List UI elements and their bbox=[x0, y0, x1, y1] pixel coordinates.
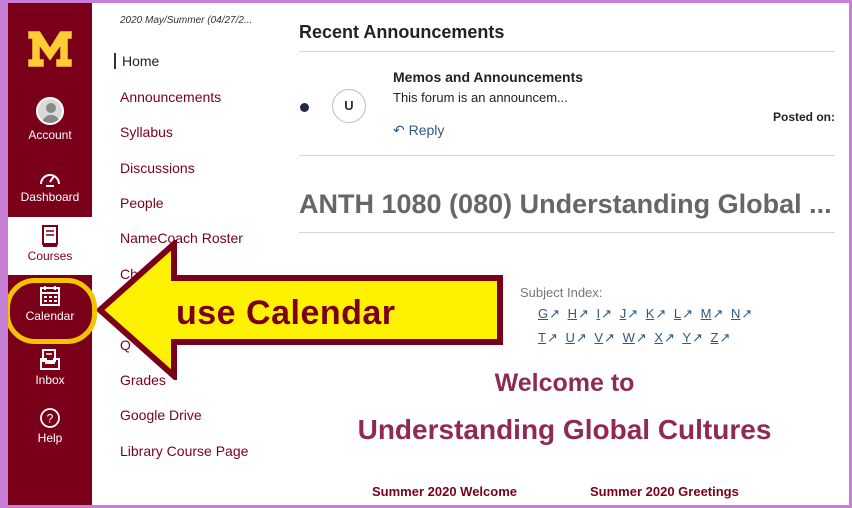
welcome-heading-line2: Understanding Global Cultures bbox=[357, 414, 772, 445]
inbox-icon bbox=[40, 349, 60, 370]
nav-inbox[interactable]: Inbox bbox=[8, 349, 92, 387]
subject-letter-link[interactable]: G bbox=[538, 306, 548, 321]
reply-icon: ↶ bbox=[393, 122, 405, 138]
course-nav-announcements[interactable]: Announcements bbox=[120, 89, 221, 105]
university-logo-icon[interactable] bbox=[28, 29, 72, 69]
posted-on-label: Posted on: bbox=[773, 110, 835, 124]
subject-letter-link[interactable]: M bbox=[701, 306, 712, 321]
subject-index-row: G↗ H↗ I↗ J↗ K↗ L↗ M↗ N↗ bbox=[538, 306, 753, 321]
subject-letter-link[interactable]: Y bbox=[682, 330, 691, 345]
recent-announcements-title: Recent Announcements bbox=[299, 22, 505, 42]
nav-inbox-label: Inbox bbox=[35, 373, 65, 387]
nav-courses-label: Courses bbox=[27, 249, 73, 263]
announcement-avatar[interactable]: U bbox=[332, 89, 366, 123]
course-nav-home[interactable]: Home bbox=[114, 53, 159, 69]
svg-text:?: ? bbox=[47, 412, 54, 426]
subject-letter-link[interactable]: X bbox=[654, 330, 663, 345]
divider bbox=[299, 155, 835, 156]
reply-label: Reply bbox=[408, 122, 445, 138]
subject-letter-link[interactable]: L bbox=[674, 306, 681, 321]
course-nav-discussions[interactable]: Discussions bbox=[120, 160, 195, 176]
courses-book-icon bbox=[42, 225, 58, 247]
divider bbox=[299, 51, 835, 52]
reply-link[interactable]: ↶ Reply bbox=[393, 122, 444, 139]
subject-letter-link[interactable]: U bbox=[565, 330, 574, 345]
calendar-highlight-ring bbox=[5, 278, 97, 344]
subject-letter-link[interactable]: T bbox=[538, 330, 546, 345]
nav-help-label: Help bbox=[37, 431, 63, 445]
announcement-title[interactable]: Memos and Announcements bbox=[393, 69, 583, 85]
global-nav: Account Dashboard Courses Calendar Inbox… bbox=[8, 3, 92, 505]
subject-letter-link[interactable]: H bbox=[568, 306, 577, 321]
dashboard-gauge-icon bbox=[40, 174, 60, 187]
subject-letter-link[interactable]: V bbox=[594, 330, 603, 345]
summer-welcome-link[interactable]: Summer 2020 Welcome bbox=[372, 484, 517, 499]
course-nav-library[interactable]: Library Course Page bbox=[120, 443, 248, 459]
divider bbox=[299, 232, 835, 233]
term-label: 2020 May/Summer (04/27/2... bbox=[120, 15, 253, 26]
help-icon: ? bbox=[40, 408, 60, 428]
subject-letter-link[interactable]: K bbox=[646, 306, 655, 321]
course-title: ANTH 1080 (080) Understanding Global ... bbox=[299, 189, 832, 219]
nav-account[interactable]: Account bbox=[8, 97, 92, 142]
subject-letter-link[interactable]: I bbox=[597, 306, 601, 321]
subject-letter-link[interactable]: J bbox=[620, 306, 627, 321]
announcement-message: This forum is an announcem... bbox=[393, 90, 568, 105]
subject-index-label: Subject Index: bbox=[520, 285, 603, 300]
course-nav-syllabus[interactable]: Syllabus bbox=[120, 124, 173, 140]
nav-courses[interactable]: Courses bbox=[8, 217, 92, 275]
course-nav-google-drive[interactable]: Google Drive bbox=[120, 407, 202, 423]
summer-greetings-link[interactable]: Summer 2020 Greetings bbox=[590, 484, 739, 499]
nav-account-label: Account bbox=[28, 128, 72, 142]
subject-index-row: T↗ U↗ V↗ W↗ X↗ Y↗ Z↗ bbox=[538, 330, 731, 345]
subject-letter-link[interactable]: W bbox=[623, 330, 635, 345]
subject-letter-link[interactable]: N bbox=[731, 306, 740, 321]
unread-dot bbox=[300, 103, 309, 112]
subject-letter-link[interactable]: Z bbox=[711, 330, 719, 345]
nav-dashboard[interactable]: Dashboard bbox=[8, 168, 92, 204]
account-avatar-icon bbox=[36, 97, 64, 125]
annotation-text: use Calendar bbox=[176, 294, 396, 332]
course-nav-people[interactable]: People bbox=[120, 195, 164, 211]
nav-dashboard-label: Dashboard bbox=[20, 190, 80, 204]
nav-help[interactable]: ? Help bbox=[8, 407, 92, 445]
